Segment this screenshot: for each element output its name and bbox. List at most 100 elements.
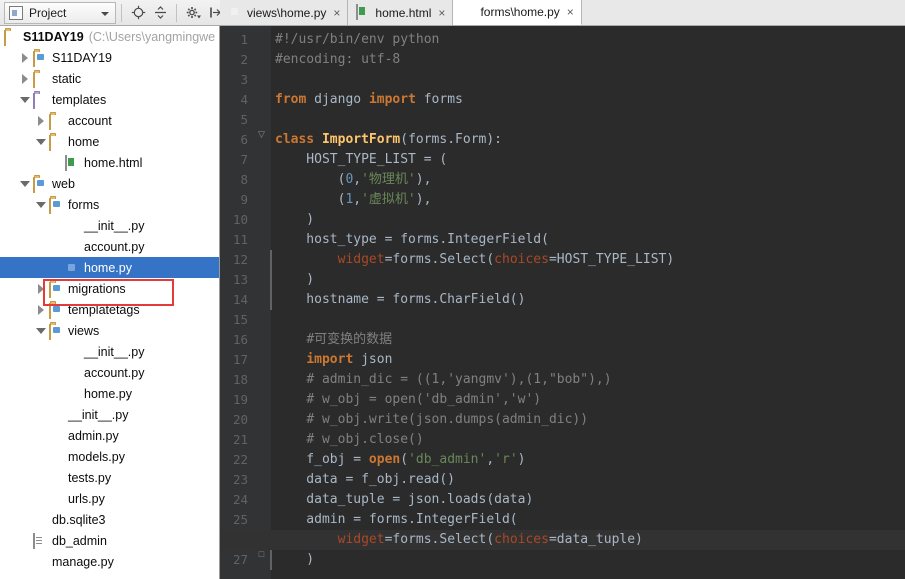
project-view-selector[interactable]: Project: [4, 1, 116, 24]
fold-marker-collapse-icon[interactable]: ▽: [257, 130, 266, 139]
tree-row-views[interactable]: views: [0, 320, 219, 341]
tree-row-s11day19[interactable]: S11DAY19: [0, 47, 219, 68]
python-file-icon: [49, 492, 64, 506]
line-number: 20: [232, 412, 248, 427]
fold-marker-end-icon[interactable]: □: [257, 550, 266, 559]
editor-tab-label: home.html: [375, 5, 432, 20]
tree-row-static[interactable]: static: [0, 68, 219, 89]
module-folder-icon: [49, 281, 64, 298]
editor-tab-label: forms\home.py: [480, 5, 560, 19]
line-number: 22: [232, 452, 248, 467]
tree-row-migrations[interactable]: migrations: [0, 278, 219, 299]
tree-row-label: views: [68, 323, 100, 338]
editor-tab-home-html[interactable]: home.html ×: [348, 0, 454, 25]
line-number-gutter: 1 2 3 4 5 6 7 8 9 10 11 12 13 14 15 16 17 18 19 20 21 22 23 24 2…: [220, 26, 253, 579]
tree-row-home[interactable]: home: [0, 131, 219, 152]
tree-row-account[interactable]: account: [0, 110, 219, 131]
chevron-down-icon[interactable]: [36, 199, 47, 210]
chevron-down-icon[interactable]: [101, 11, 109, 16]
line-number: 3: [240, 72, 248, 87]
tree-row-account-py[interactable]: account.py: [0, 236, 219, 257]
tree-row-templatetags[interactable]: templatetags: [0, 299, 219, 320]
python-file-icon: [65, 387, 80, 401]
tree-row-init-py[interactable]: __init__.py: [0, 404, 219, 425]
folder-icon: [4, 29, 19, 46]
tree-root-path: (C:\Users\yangmingwe: [88, 29, 216, 44]
code-line-20: # w_obj.write(json.dumps(admin_dic)): [306, 412, 589, 427]
tree-row-label: templates: [52, 92, 107, 107]
line-number: 6: [240, 132, 248, 147]
project-tree-panel[interactable]: S11DAY19 (C:\Users\yangmingwe S11DAY19 st…: [0, 26, 220, 579]
chevron-down-icon[interactable]: [36, 325, 47, 336]
locate-icon[interactable]: [127, 2, 149, 24]
tree-row-label: urls.py: [68, 491, 105, 506]
line-number: 27: [232, 552, 248, 567]
tree-row-templates[interactable]: templates: [0, 89, 219, 110]
tree-row-init-py[interactable]: __init__.py: [0, 341, 219, 362]
editor-tab-views-home-py[interactable]: views\home.py ×: [220, 0, 349, 25]
python-file-icon: [65, 240, 80, 254]
folder-icon: [49, 134, 64, 151]
code-lines[interactable]: #!/usr/bin/env python #encoding: utf-8 f…: [220, 26, 905, 579]
tree-row-label: migrations: [68, 281, 126, 296]
tree-row-db-admin[interactable]: db_admin: [0, 530, 219, 551]
chevron-right-icon[interactable]: [20, 73, 31, 84]
chevron-right-icon[interactable]: [36, 304, 47, 315]
tree-row-admin-py[interactable]: admin.py: [0, 425, 219, 446]
tree-row-tests-py[interactable]: tests.py: [0, 467, 219, 488]
code-line-7: HOST_TYPE_LIST = (: [275, 152, 448, 167]
chevron-right-icon[interactable]: [20, 52, 31, 63]
chevron-down-icon[interactable]: [20, 178, 31, 189]
tree-row-models-py[interactable]: models.py: [0, 446, 219, 467]
tree-row-urls-py[interactable]: urls.py: [0, 488, 219, 509]
code-line-19: # w_obj = open('db_admin','w'): [306, 392, 542, 407]
tree-row-label: tests.py: [68, 470, 112, 485]
code-line-4: from django import forms: [275, 92, 463, 107]
tree-row-init-py[interactable]: __init__.py: [0, 215, 219, 236]
close-icon[interactable]: ×: [333, 7, 340, 19]
code-folding-gutter[interactable]: ▽ □: [253, 26, 271, 579]
tree-row-root[interactable]: S11DAY19 (C:\Users\yangmingwe: [0, 26, 219, 47]
tree-row-home-py[interactable]: home.py: [0, 383, 219, 404]
line-number: 18: [232, 372, 248, 387]
line-number: 5: [240, 112, 248, 127]
close-icon[interactable]: ×: [567, 6, 574, 18]
folder-icon: [49, 113, 64, 130]
tree-row-label: manage.py: [52, 554, 114, 569]
close-icon[interactable]: ×: [438, 7, 445, 19]
python-file-icon: [49, 471, 64, 485]
tree-row-manage-py[interactable]: manage.py: [0, 551, 219, 572]
tree-row-db-sqlite3[interactable]: db.sqlite3: [0, 509, 219, 530]
chevron-right-icon[interactable]: [36, 283, 47, 294]
tree-rows: S11DAY19 static templates account home home.h…: [0, 47, 219, 572]
code-line-21: # w_obj.close(): [306, 432, 424, 447]
tree-row-web[interactable]: web: [0, 173, 219, 194]
toolbar-divider-2: [176, 3, 177, 22]
collapse-all-icon[interactable]: [149, 2, 171, 24]
project-panel-icon: [9, 5, 23, 20]
tree-row-label: templatetags: [68, 302, 140, 317]
line-number: 21: [232, 432, 248, 447]
tree-row-home-py[interactable]: home.py: [0, 257, 219, 278]
html-file-icon: [356, 4, 370, 20]
line-number: 19: [232, 392, 248, 407]
chevron-down-icon[interactable]: [20, 94, 31, 105]
chevron-down-icon[interactable]: [36, 136, 47, 147]
pycharm-window: Project views\home.py × home.html × form…: [0, 0, 905, 579]
line-number: 9: [240, 192, 248, 207]
editor-tab-forms-home-py[interactable]: forms\home.py ×: [453, 0, 582, 25]
settings-gear-icon[interactable]: [182, 2, 204, 24]
chevron-right-icon[interactable]: [36, 115, 47, 126]
python-file-icon: [65, 366, 80, 380]
line-number: 8: [240, 172, 248, 187]
tree-row-account-py[interactable]: account.py: [0, 362, 219, 383]
code-line-17: import json: [306, 352, 393, 367]
tree-row-home-html[interactable]: home.html: [0, 152, 219, 173]
code-editor[interactable]: 1 2 3 4 5 6 7 8 9 10 11 12 13 14 15 16 17 18 19 20 21 22 23 24 2…: [220, 26, 905, 579]
tree-row-forms[interactable]: forms: [0, 194, 219, 215]
